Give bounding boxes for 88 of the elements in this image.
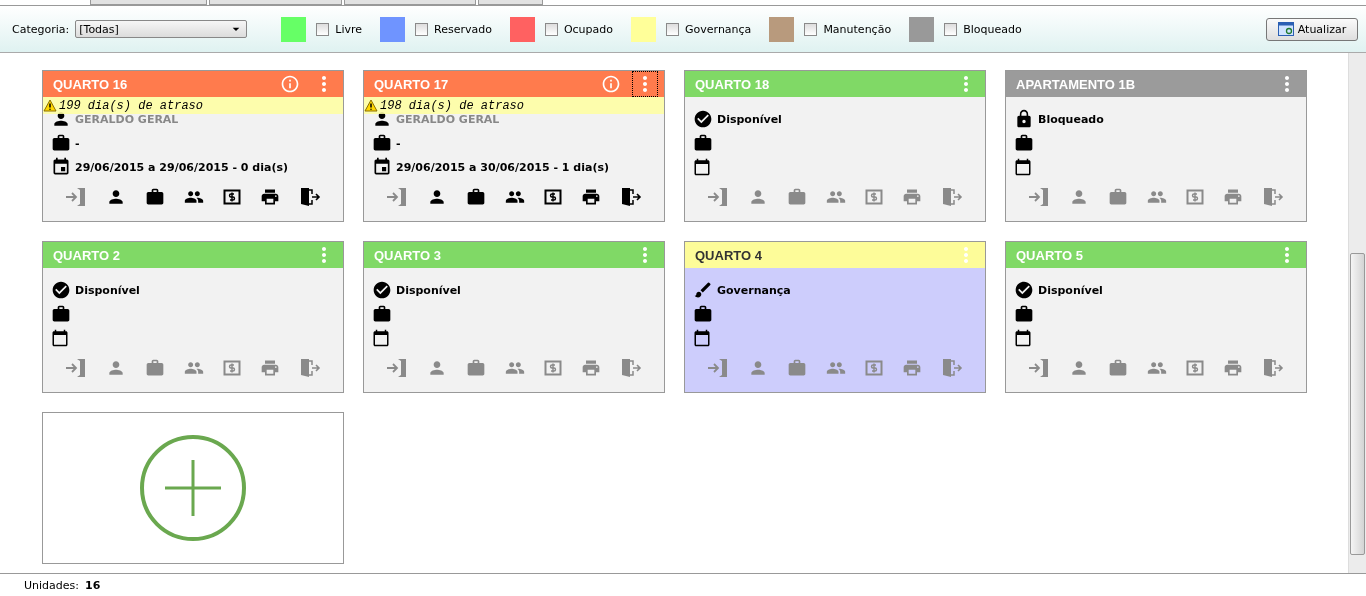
legend-checkbox[interactable] [944, 22, 958, 36]
overdue-alert: 199 dia(s) de atraso [43, 97, 343, 114]
briefcase-icon [1014, 304, 1034, 324]
room-status-text: Bloqueado [1038, 112, 1104, 126]
room-title: APARTAMENTO 1B [1016, 76, 1137, 92]
check-in-door-icon[interactable] [65, 358, 87, 378]
check-in-door-icon[interactable] [707, 187, 729, 207]
check-in-door-icon[interactable] [707, 358, 729, 378]
add-room-button[interactable] [42, 412, 344, 564]
room-title: QUARTO 5 [1016, 247, 1084, 263]
calendar-icon [693, 158, 711, 176]
legend-checkbox[interactable] [666, 22, 680, 36]
briefcase-icon [372, 133, 392, 153]
briefcase-icon [1014, 133, 1034, 153]
check-in-door-icon[interactable] [386, 358, 408, 378]
guest-name: GERALDO GERAL [75, 112, 179, 126]
room-status-text: Governança [717, 283, 791, 297]
info-icon[interactable] [600, 73, 622, 95]
briefcase-icon[interactable] [466, 187, 486, 207]
check-out-door-icon[interactable] [941, 358, 963, 378]
briefcase-icon [51, 133, 71, 153]
room-title: QUARTO 18 [695, 76, 771, 92]
calendar-icon [372, 329, 390, 347]
briefcase-icon [372, 304, 392, 324]
warning-icon [43, 99, 57, 112]
window-refresh-icon [1277, 22, 1294, 36]
calendar-icon [1014, 158, 1032, 176]
scrollbar[interactable] [1348, 53, 1366, 573]
legend-label: Reservado [434, 22, 492, 36]
briefcase-icon [693, 133, 713, 153]
room-status-text: Disponível [717, 112, 782, 126]
briefcase-icon[interactable] [145, 187, 165, 207]
room-title: QUARTO 16 [53, 76, 129, 92]
check-out-door-icon[interactable] [941, 187, 963, 207]
briefcase-icon [51, 304, 71, 324]
calendar-icon [1014, 329, 1032, 347]
check-out-door-icon[interactable] [299, 187, 321, 207]
check-in-door-icon[interactable] [386, 187, 408, 207]
overdue-alert: 198 dia(s) de atraso [364, 97, 664, 114]
check-in-door-icon[interactable] [1028, 187, 1050, 207]
legend-label: Manutenção [823, 22, 892, 36]
check-out-door-icon[interactable] [1262, 187, 1284, 207]
calendar-icon [51, 157, 71, 177]
units-count: 16 [85, 578, 101, 592]
money-icon[interactable] [223, 189, 241, 205]
warning-icon [364, 99, 378, 112]
check-in-door-icon[interactable] [65, 187, 87, 207]
legend-label: Ocupado [563, 22, 614, 36]
briefcase-icon [693, 304, 713, 324]
room-status-text: Disponível [396, 283, 461, 297]
calendar-icon [693, 329, 711, 347]
brush-icon [693, 280, 713, 300]
refresh-button[interactable]: Atualizar [1266, 17, 1358, 41]
legend-checkbox[interactable] [415, 22, 428, 36]
legend-label: Governança [685, 22, 752, 36]
print-icon[interactable] [260, 187, 280, 207]
guest-name: GERALDO GERAL [396, 112, 500, 126]
room-status-text: Disponível [75, 283, 140, 297]
legend-checkbox[interactable] [804, 22, 818, 36]
room-title: QUARTO 3 [374, 247, 442, 263]
booking-text: - [75, 136, 80, 150]
stay-dates: 29/06/2015 a 30/06/2015 - 1 dia(s) [396, 160, 609, 174]
room-title: QUARTO 2 [53, 247, 121, 263]
check-out-door-icon[interactable] [620, 358, 642, 378]
calendar-icon [51, 329, 69, 347]
check-out-door-icon[interactable] [1262, 358, 1284, 378]
check-in-door-icon[interactable] [1028, 358, 1050, 378]
legend-checkbox[interactable] [316, 22, 330, 36]
room-status-text: Disponível [1038, 283, 1103, 297]
calendar-icon [372, 157, 392, 177]
scrollbar-thumb[interactable] [1350, 253, 1365, 555]
info-icon[interactable] [279, 73, 301, 95]
print-icon[interactable] [581, 187, 601, 207]
legend-label: Bloqueado [963, 22, 1022, 36]
legend-label: Livre [335, 22, 362, 36]
lock-icon [1014, 109, 1034, 129]
category-label: Categoria: [12, 22, 70, 36]
legend-checkbox[interactable] [544, 22, 558, 36]
money-icon[interactable] [544, 189, 562, 205]
category-dropdown[interactable]: [Todas] [75, 20, 248, 38]
units-label: Unidades: [24, 578, 79, 592]
stay-dates: 29/06/2015 a 29/06/2015 - 0 dia(s) [75, 160, 288, 174]
booking-text: - [396, 136, 401, 150]
plus-circle-icon [139, 434, 247, 542]
room-title: QUARTO 4 [695, 247, 763, 263]
check-out-door-icon[interactable] [299, 358, 321, 378]
room-title: QUARTO 17 [374, 76, 450, 92]
check-out-door-icon[interactable] [620, 187, 642, 207]
